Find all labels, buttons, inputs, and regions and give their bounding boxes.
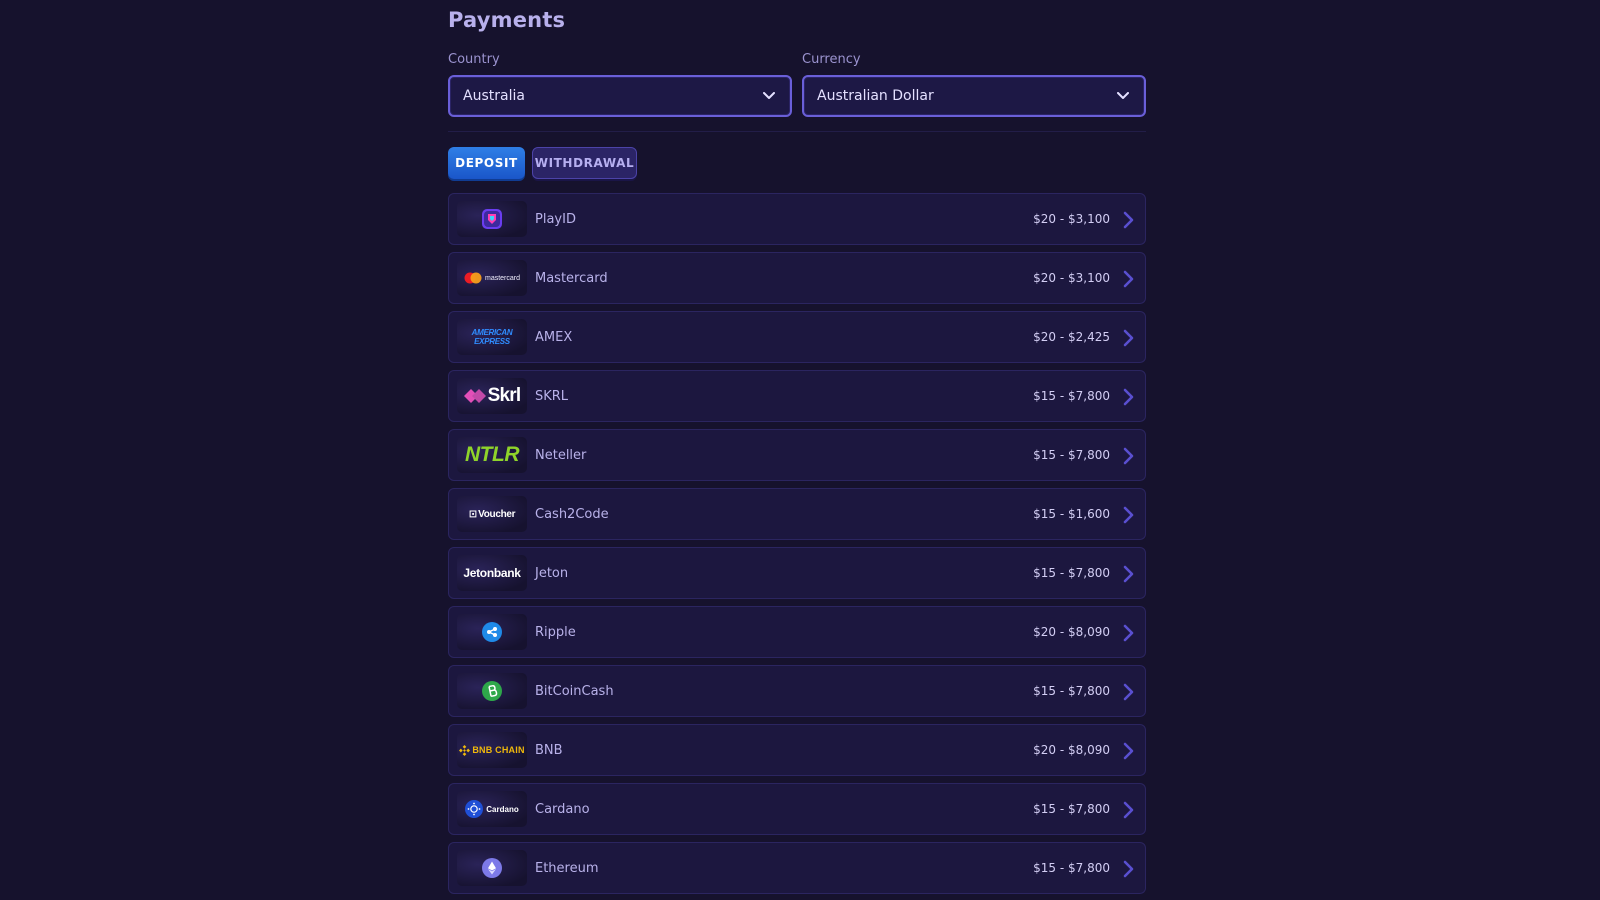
- chevron-right-icon: [1123, 683, 1134, 701]
- payment-method-name: Neteller: [535, 447, 587, 463]
- skrill-logo-text: Skrl: [487, 385, 522, 406]
- payment-method-range: $15 - $7,800: [1033, 684, 1110, 698]
- payment-method-range: $15 - $7,800: [1033, 448, 1110, 462]
- chevron-right-icon: [1123, 211, 1134, 229]
- voucher-mark-icon: ⊡: [468, 508, 478, 520]
- voucher-logo-icon: ⊡ Voucher: [457, 496, 527, 532]
- mastercard-logo-icon: mastercard: [457, 260, 527, 296]
- neteller-logo-text: NTLR: [465, 443, 520, 466]
- payments-page: Payments Country Australia Currency Aust…: [448, 0, 1146, 900]
- chevron-right-icon: [1123, 329, 1134, 347]
- bitcoincash-logo-icon: [457, 673, 527, 709]
- payment-method-name: BitCoinCash: [535, 683, 614, 699]
- payment-method-range: $20 - $8,090: [1033, 625, 1110, 639]
- chevron-down-icon: [1116, 89, 1130, 103]
- payment-method-name: Ripple: [535, 624, 576, 640]
- bnb-chain-logo-text: BNB CHAIN: [472, 745, 525, 755]
- chevron-right-icon: [1123, 624, 1134, 642]
- cardano-logo-text: Cardano: [486, 804, 519, 814]
- payment-method-row[interactable]: NTLR Neteller $15 - $7,800: [448, 429, 1146, 481]
- payment-method-range: $15 - $1,600: [1033, 507, 1110, 521]
- chevron-right-icon: [1123, 860, 1134, 878]
- mastercard-logo-text: mastercard: [484, 274, 520, 282]
- payment-method-row[interactable]: mastercard Mastercard $20 - $3,100: [448, 252, 1146, 304]
- divider: [448, 131, 1146, 132]
- payment-method-name: PlayID: [535, 211, 576, 227]
- payment-method-row[interactable]: PlayID $20 - $3,100: [448, 193, 1146, 245]
- payment-method-row[interactable]: BNB CHAIN BNB $20 - $8,090: [448, 724, 1146, 776]
- payment-method-name: Cardano: [535, 801, 590, 817]
- ethereum-logo-icon: [457, 850, 527, 886]
- chevron-right-icon: [1123, 801, 1134, 819]
- currency-select-value: Australian Dollar: [817, 88, 934, 104]
- playid-logo-icon: [457, 201, 527, 237]
- payment-method-row[interactable]: Ripple $20 - $8,090: [448, 606, 1146, 658]
- payment-method-name: Cash2Code: [535, 506, 609, 522]
- currency-label: Currency: [802, 52, 861, 67]
- payment-method-row[interactable]: BitCoinCash $15 - $7,800: [448, 665, 1146, 717]
- chevron-right-icon: [1123, 565, 1134, 583]
- ripple-logo-icon: [457, 614, 527, 650]
- payment-method-range: $20 - $2,425: [1033, 330, 1110, 344]
- cardano-logo-icon: Cardano: [457, 791, 527, 827]
- payment-method-range: $20 - $3,100: [1033, 271, 1110, 285]
- chevron-right-icon: [1123, 388, 1134, 406]
- chevron-right-icon: [1123, 270, 1134, 288]
- country-select-value: Australia: [463, 88, 525, 104]
- neteller-logo-icon: NTLR: [457, 437, 527, 473]
- amex-logo-text: AMERICAN EXPRESS: [471, 328, 513, 346]
- payment-method-name: SKRL: [535, 388, 569, 404]
- payment-method-name: Jeton: [535, 565, 569, 581]
- payment-method-row[interactable]: AMERICAN EXPRESS AMEX $20 - $2,425: [448, 311, 1146, 363]
- payment-method-row[interactable]: Cardano Cardano $15 - $7,800: [448, 783, 1146, 835]
- jetonbank-logo-text: Jetonbank: [463, 566, 521, 580]
- payment-method-row[interactable]: Skrl SKRL $15 - $7,800: [448, 370, 1146, 422]
- payment-method-name: BNB: [535, 742, 563, 758]
- country-label: Country: [448, 52, 500, 67]
- payment-method-name: AMEX: [535, 329, 573, 345]
- currency-select[interactable]: Australian Dollar: [802, 75, 1146, 117]
- chevron-right-icon: [1123, 506, 1134, 524]
- bnb-chain-logo-icon: BNB CHAIN: [457, 732, 527, 768]
- payment-method-range: $20 - $8,090: [1033, 743, 1110, 757]
- payment-method-row[interactable]: Jetonbank Jeton $15 - $7,800: [448, 547, 1146, 599]
- tab-withdrawal[interactable]: WITHDRAWAL: [532, 147, 637, 179]
- payment-method-row[interactable]: Ethereum $15 - $7,800: [448, 842, 1146, 894]
- payment-method-range: $15 - $7,800: [1033, 566, 1110, 580]
- payment-method-row[interactable]: ⊡ Voucher Cash2Code $15 - $1,600: [448, 488, 1146, 540]
- chevron-down-icon: [762, 89, 776, 103]
- country-select[interactable]: Australia: [448, 75, 792, 117]
- jetonbank-logo-icon: Jetonbank: [457, 555, 527, 591]
- payment-method-range: $15 - $7,800: [1033, 389, 1110, 403]
- tab-deposit[interactable]: DEPOSIT: [448, 147, 525, 179]
- chevron-right-icon: [1123, 447, 1134, 465]
- payment-method-range: $20 - $3,100: [1033, 212, 1110, 226]
- page-title: Payments: [448, 8, 566, 32]
- payment-method-name: Mastercard: [535, 270, 608, 286]
- payment-method-range: $15 - $7,800: [1033, 861, 1110, 875]
- payment-method-name: Ethereum: [535, 860, 599, 876]
- skrill-logo-icon: Skrl: [457, 378, 527, 414]
- amex-logo-icon: AMERICAN EXPRESS: [457, 319, 527, 355]
- chevron-right-icon: [1123, 742, 1134, 760]
- voucher-logo-text: Voucher: [478, 508, 516, 520]
- payment-method-range: $15 - $7,800: [1033, 802, 1110, 816]
